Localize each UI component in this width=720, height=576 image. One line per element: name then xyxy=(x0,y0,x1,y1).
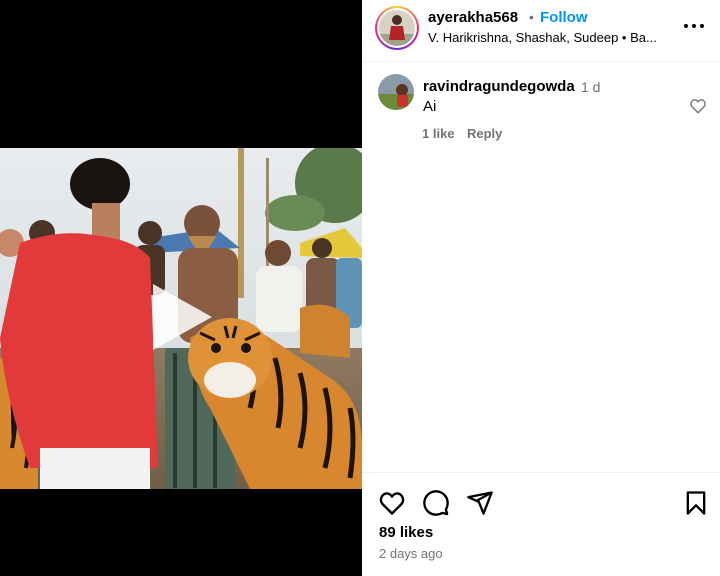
post-header: ayerakha568 • Follow V. Harikrishna, Sha… xyxy=(362,0,720,62)
author-username[interactable]: ayerakha568 xyxy=(428,9,518,26)
comment-time[interactable]: 1 d xyxy=(581,79,600,95)
author-avatar[interactable] xyxy=(375,6,419,50)
post-side-panel: ayerakha568 • Follow V. Harikrishna, Sha… xyxy=(362,0,720,576)
comment-icon[interactable] xyxy=(422,489,450,517)
comment-text: Ai xyxy=(423,98,437,115)
bookmark-icon[interactable] xyxy=(682,489,710,517)
separator-dot: • xyxy=(529,9,534,25)
play-icon[interactable] xyxy=(146,282,216,352)
media-pane xyxy=(0,0,362,576)
likes-count[interactable]: 89 likes xyxy=(379,524,433,541)
post-actions: 89 likes 2 days ago xyxy=(362,472,720,576)
commenter-username[interactable]: ravindragundegowda xyxy=(423,78,575,95)
comment-reply-button[interactable]: Reply xyxy=(467,126,502,141)
share-icon[interactable] xyxy=(466,489,494,517)
post-timestamp[interactable]: 2 days ago xyxy=(379,546,443,561)
comment-like-count[interactable]: 1 like xyxy=(422,126,455,141)
heart-outline-icon[interactable] xyxy=(689,97,707,115)
more-horizontal-icon[interactable] xyxy=(682,14,706,38)
audio-attribution[interactable]: V. Harikrishna, Shashak, Sudeep • Ba... xyxy=(428,30,674,45)
commenter-avatar[interactable] xyxy=(378,74,414,110)
heart-outline-icon[interactable] xyxy=(378,489,406,517)
follow-button[interactable]: Follow xyxy=(540,9,588,26)
